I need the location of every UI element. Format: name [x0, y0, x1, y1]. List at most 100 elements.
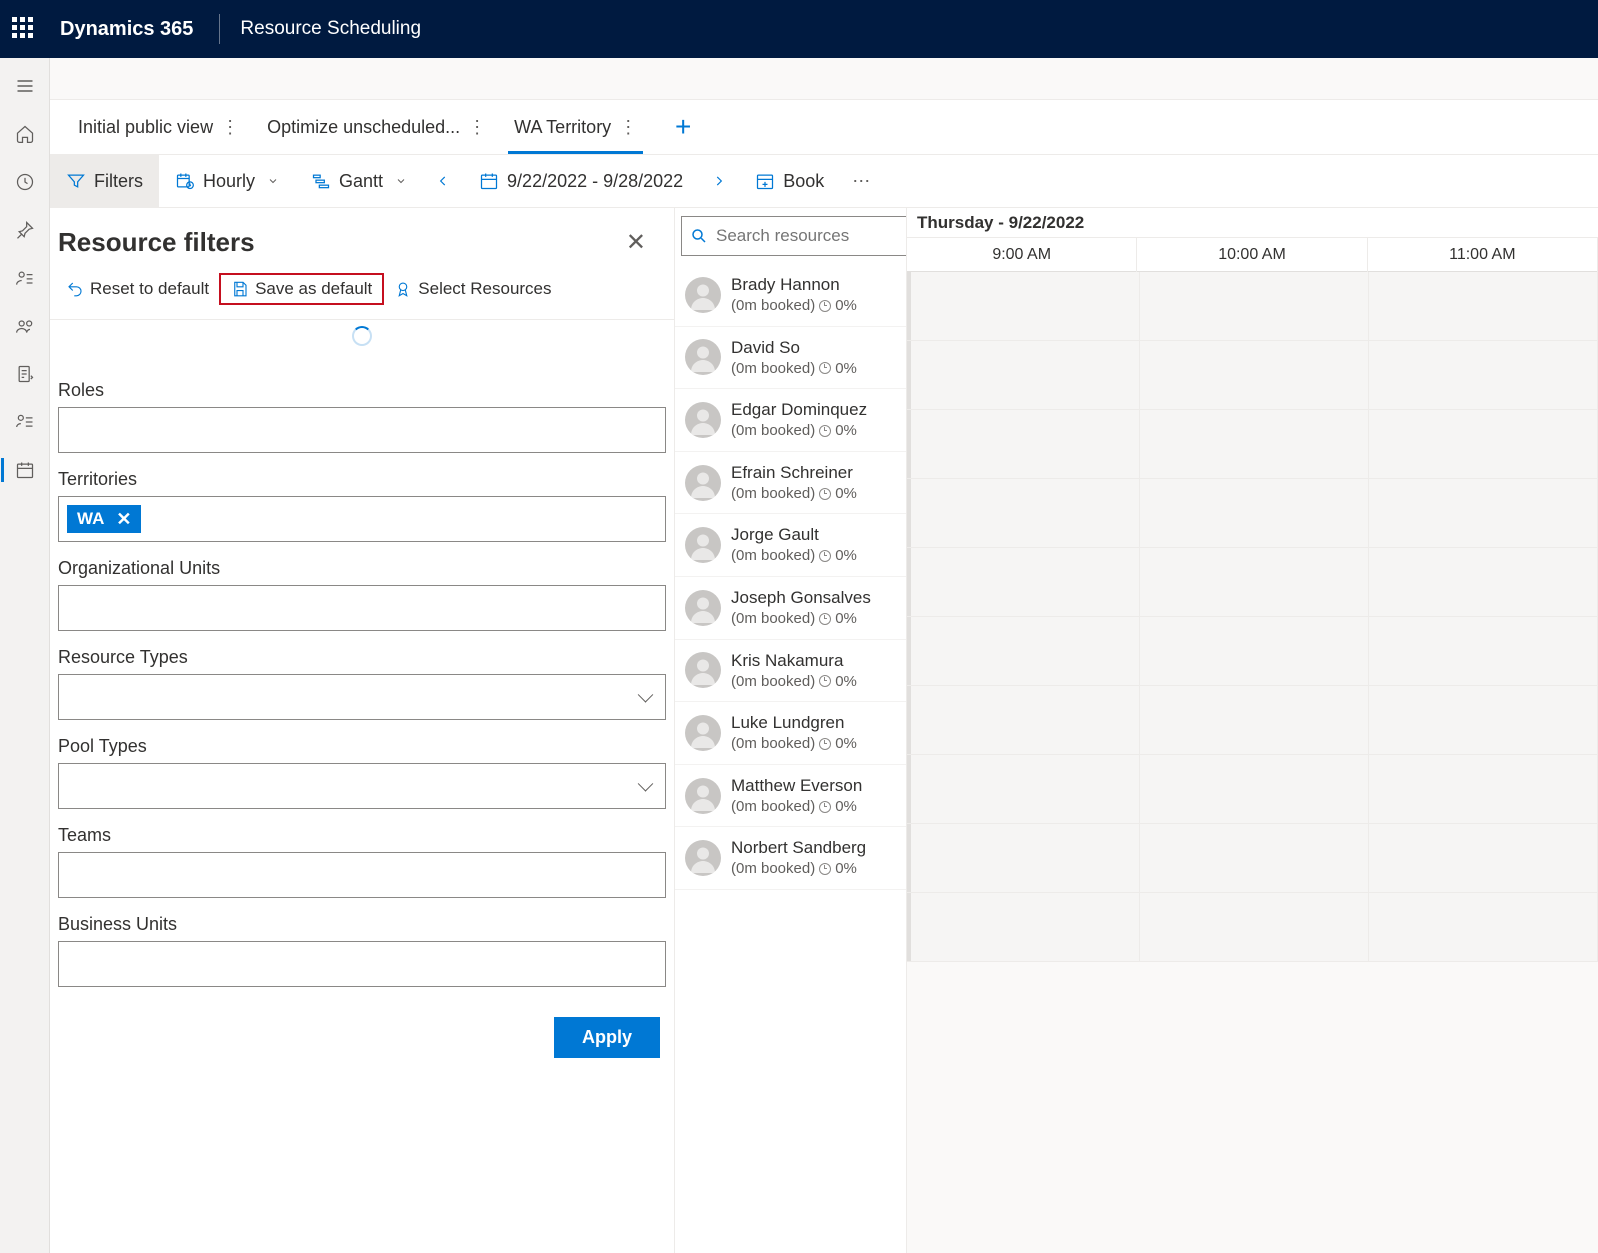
apply-button[interactable]: Apply: [554, 1017, 660, 1058]
business-units-label: Business Units: [58, 914, 666, 935]
grid-cell[interactable]: [1140, 893, 1369, 961]
teams-input[interactable]: [58, 852, 666, 898]
resource-row[interactable]: Joseph Gonsalves (0m booked) 0%: [675, 577, 906, 640]
grid-cell[interactable]: [1369, 755, 1598, 823]
nav-pinned[interactable]: [1, 210, 49, 250]
view-mode-button[interactable]: Gantt: [295, 155, 423, 207]
grid-row[interactable]: [907, 410, 1598, 479]
grid-row[interactable]: [907, 755, 1598, 824]
calendar-add-icon: [755, 171, 775, 191]
tab-optimize-unscheduled[interactable]: Optimize unscheduled... ⋮: [253, 100, 500, 154]
grid-cell[interactable]: [907, 686, 1140, 754]
grid-cell[interactable]: [1140, 341, 1369, 409]
grid-cell[interactable]: [1140, 824, 1369, 892]
nav-requirements[interactable]: [1, 354, 49, 394]
resource-search-box[interactable]: [681, 216, 907, 256]
resource-row[interactable]: Kris Nakamura (0m booked) 0%: [675, 640, 906, 703]
grid-cell[interactable]: [1140, 548, 1369, 616]
chip-remove-icon[interactable]: ✕: [116, 510, 131, 528]
grid-row[interactable]: [907, 893, 1598, 962]
grid-cell[interactable]: [907, 410, 1140, 478]
filters-button[interactable]: Filters: [50, 155, 159, 207]
filter-panel-title: Resource filters: [58, 227, 255, 258]
close-icon[interactable]: ✕: [618, 224, 654, 261]
resource-row[interactable]: David So (0m booked) 0%: [675, 327, 906, 390]
timescale-button[interactable]: Hourly: [159, 155, 295, 207]
grid-cell[interactable]: [1140, 617, 1369, 685]
grid-cell[interactable]: [1369, 479, 1598, 547]
grid-cell[interactable]: [1369, 548, 1598, 616]
timescale-label: Hourly: [203, 171, 255, 192]
date-range-button[interactable]: 9/22/2022 - 9/28/2022: [463, 155, 699, 207]
date-next-button[interactable]: [699, 174, 739, 188]
nav-schedule-board[interactable]: [1, 450, 49, 490]
resource-types-select[interactable]: [58, 674, 666, 720]
tab-menu-icon[interactable]: ⋮: [619, 117, 637, 138]
business-units-input[interactable]: [58, 941, 666, 987]
tab-menu-icon[interactable]: ⋮: [221, 117, 239, 138]
grid-cell[interactable]: [907, 893, 1140, 961]
grid-cell[interactable]: [1369, 410, 1598, 478]
resource-name: Kris Nakamura: [731, 650, 857, 672]
grid-cell[interactable]: [1140, 686, 1369, 754]
resource-row[interactable]: Edgar Dominquez (0m booked) 0%: [675, 389, 906, 452]
nav-resources[interactable]: [1, 258, 49, 298]
grid-cell[interactable]: [907, 272, 1140, 340]
resource-row[interactable]: Efrain Schreiner (0m booked) 0%: [675, 452, 906, 515]
grid-cell[interactable]: [907, 341, 1140, 409]
grid-row[interactable]: [907, 341, 1598, 410]
grid-row[interactable]: [907, 824, 1598, 893]
resource-search-input[interactable]: [716, 226, 907, 246]
nav-list[interactable]: [1, 402, 49, 442]
resource-row[interactable]: Jorge Gault (0m booked) 0%: [675, 514, 906, 577]
content-area: Resource filters ✕ Reset to default Save…: [50, 208, 1598, 1253]
grid-cell[interactable]: [1369, 341, 1598, 409]
roles-input[interactable]: [58, 407, 666, 453]
nav-home[interactable]: [1, 114, 49, 154]
save-label: Save as default: [255, 279, 372, 299]
grid-cell[interactable]: [1369, 893, 1598, 961]
grid-cell[interactable]: [907, 824, 1140, 892]
grid-cell[interactable]: [1140, 755, 1369, 823]
pool-types-select[interactable]: [58, 763, 666, 809]
grid-cell[interactable]: [907, 479, 1140, 547]
territories-input[interactable]: WA ✕: [58, 496, 666, 542]
resource-row[interactable]: Brady Hannon (0m booked) 0%: [675, 264, 906, 327]
nav-people[interactable]: [1, 306, 49, 346]
tab-menu-icon[interactable]: ⋮: [468, 117, 486, 138]
grid-row[interactable]: [907, 479, 1598, 548]
resource-row[interactable]: Matthew Everson (0m booked) 0%: [675, 765, 906, 828]
tab-add-button[interactable]: +: [663, 107, 703, 147]
grid-cell[interactable]: [1369, 272, 1598, 340]
grid-row[interactable]: [907, 686, 1598, 755]
nav-collapse-button[interactable]: [1, 66, 49, 106]
grid-row[interactable]: [907, 272, 1598, 341]
grid-cell[interactable]: [1140, 410, 1369, 478]
grid-cell[interactable]: [1369, 617, 1598, 685]
org-units-input[interactable]: [58, 585, 666, 631]
resource-row[interactable]: Luke Lundgren (0m booked) 0%: [675, 702, 906, 765]
book-label: Book: [783, 171, 824, 192]
book-button[interactable]: Book: [739, 155, 840, 207]
grid-cell[interactable]: [1140, 272, 1369, 340]
date-prev-button[interactable]: [423, 174, 463, 188]
app-launcher-icon[interactable]: [12, 17, 36, 41]
select-resources-button[interactable]: Select Resources: [384, 273, 561, 305]
grid-cell[interactable]: [1140, 479, 1369, 547]
grid-cell[interactable]: [907, 548, 1140, 616]
toolbar-overflow-button[interactable]: ⋯: [840, 171, 884, 192]
territory-chip[interactable]: WA ✕: [67, 505, 141, 533]
grid-cell[interactable]: [1369, 824, 1598, 892]
view-mode-label: Gantt: [339, 171, 383, 192]
resource-row[interactable]: Norbert Sandberg (0m booked) 0%: [675, 827, 906, 890]
reset-default-button[interactable]: Reset to default: [56, 273, 219, 305]
nav-recent[interactable]: [1, 162, 49, 202]
grid-row[interactable]: [907, 548, 1598, 617]
grid-cell[interactable]: [1369, 686, 1598, 754]
grid-row[interactable]: [907, 617, 1598, 686]
grid-cell[interactable]: [907, 617, 1140, 685]
save-default-button[interactable]: Save as default: [219, 273, 384, 305]
grid-cell[interactable]: [907, 755, 1140, 823]
tab-wa-territory[interactable]: WA Territory ⋮: [500, 100, 651, 154]
tab-initial-public-view[interactable]: Initial public view ⋮: [64, 100, 253, 154]
